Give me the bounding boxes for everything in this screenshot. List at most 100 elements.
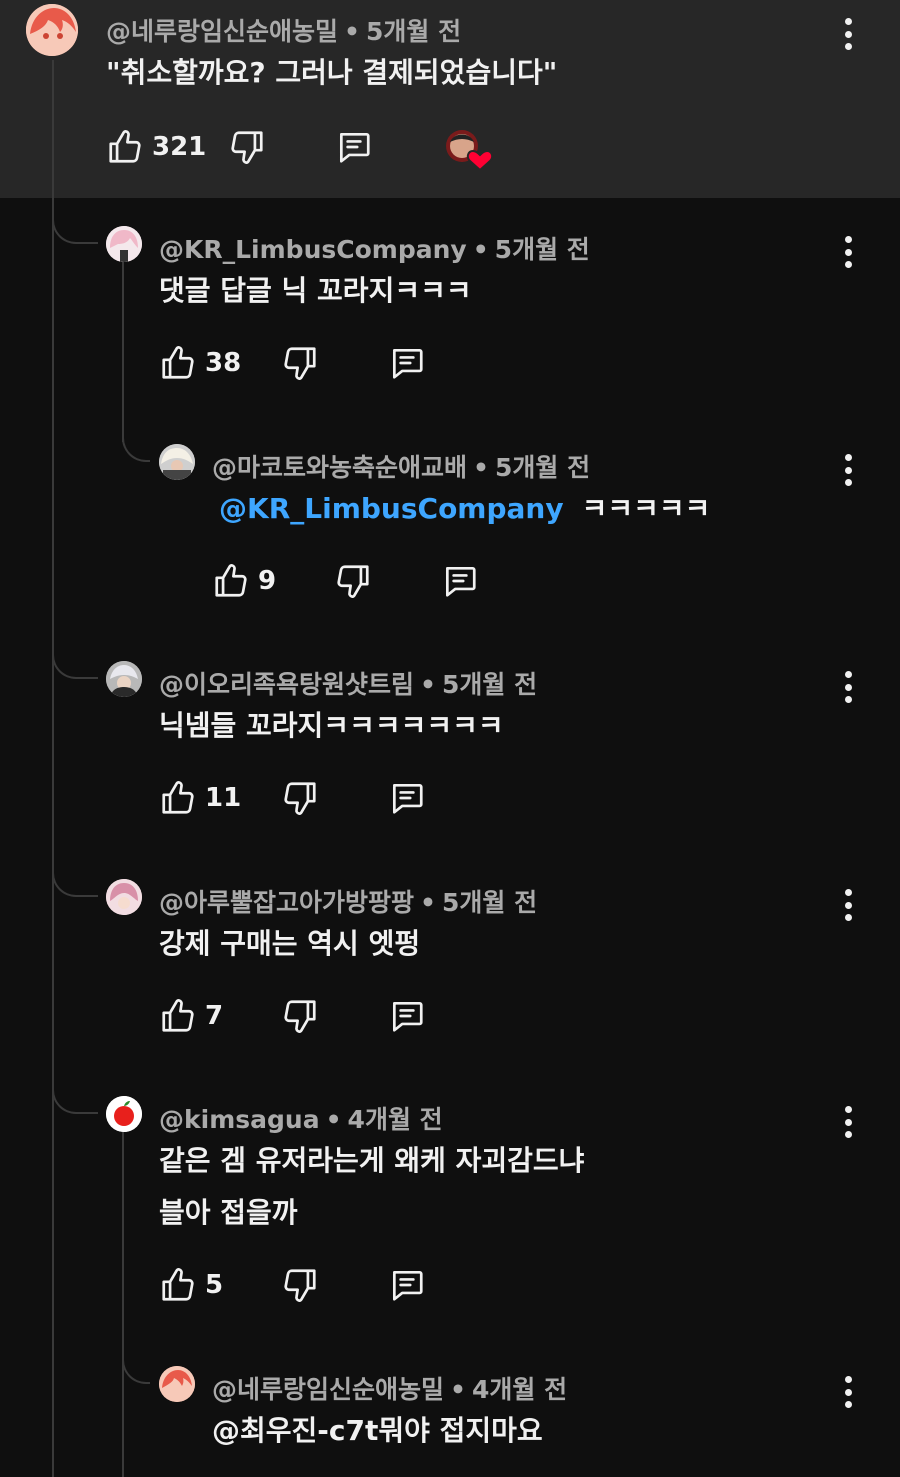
dislike-button[interactable] <box>281 779 319 817</box>
like-button[interactable]: 11 <box>159 779 241 817</box>
comment-text-line-2: 블아 접을까 <box>159 1196 298 1229</box>
reply-icon <box>388 997 426 1035</box>
comment-actions: 11 <box>159 779 459 823</box>
comment-time[interactable]: 4개월 전 <box>348 1105 443 1134</box>
like-button[interactable]: 9 <box>212 562 276 600</box>
comment-text: 닉넴들 꼬라지ㅋㅋㅋㅋㅋㅋㅋ <box>159 709 504 742</box>
reply-button[interactable] <box>388 997 426 1035</box>
reply-icon <box>441 562 479 600</box>
more-vert-icon[interactable] <box>838 667 858 707</box>
avatar[interactable] <box>159 1366 195 1402</box>
comment-text-body: ㅋㅋㅋㅋㅋ <box>581 492 711 525</box>
dislike-button[interactable] <box>281 1266 319 1304</box>
comment-item: @마코토와농축순애교배 • 5개월 전 @KR_LimbusCompany ㅋㅋㅋㅋㅋ… <box>0 428 900 628</box>
like-count: 9 <box>258 566 277 596</box>
author-handle[interactable]: @마코토와농축순애교배 <box>212 453 467 482</box>
comment-item: @이오리족욕탕원샷트림 • 5개월 전 닉넴들 꼬라지ㅋㅋㅋㅋㅋㅋㅋ 11 <box>0 645 900 845</box>
reply-button[interactable] <box>388 1266 426 1304</box>
comment-actions: 321 <box>106 128 506 172</box>
separator-dot: • <box>420 888 436 917</box>
dislike-button[interactable] <box>281 997 319 1035</box>
like-button[interactable]: 38 <box>159 344 241 382</box>
comment-item: @KR_LimbusCompany • 5개월 전 댓글 답글 닉 꼬라지ㅋㅋㅋ 3… <box>0 210 900 410</box>
author-handle[interactable]: @KR_LimbusCompany <box>159 235 467 264</box>
separator-dot: • <box>473 453 489 482</box>
thumbs-up-icon <box>159 997 197 1035</box>
comment-text: 강제 구매는 역시 엣펑 <box>159 927 421 960</box>
creator-heart-icon <box>446 130 494 172</box>
dislike-button[interactable] <box>334 562 372 600</box>
comment-header: @네루랑임신순애농밀 • 5개월 전 <box>106 12 461 48</box>
like-count: 38 <box>205 348 242 378</box>
comment-text: @최우진-c7t뭐야 접지마요 <box>212 1414 543 1447</box>
more-vert-icon[interactable] <box>838 1372 858 1412</box>
author-handle[interactable]: @kimsagua <box>159 1105 320 1134</box>
more-vert-icon[interactable] <box>838 885 858 925</box>
thumbs-up-icon <box>106 128 144 166</box>
like-count: 11 <box>205 783 242 813</box>
comment-header: @kimsagua • 4개월 전 <box>159 1100 443 1136</box>
reply-icon <box>388 779 426 817</box>
comment-header: @마코토와농축순애교배 • 5개월 전 <box>212 448 590 484</box>
reply-button[interactable] <box>335 128 373 166</box>
separator-dot: • <box>450 1375 466 1404</box>
reply-button[interactable] <box>388 779 426 817</box>
more-vert-icon[interactable] <box>838 14 858 54</box>
thumbs-down-icon <box>281 997 319 1035</box>
dislike-button[interactable] <box>228 128 266 166</box>
thumbs-down-icon <box>334 562 372 600</box>
reply-icon <box>335 128 373 166</box>
mention-link[interactable]: @KR_LimbusCompany <box>219 492 564 525</box>
like-button[interactable]: 5 <box>159 1266 223 1304</box>
comment-actions: 7 <box>159 997 459 1041</box>
avatar[interactable] <box>159 444 195 480</box>
comment-time[interactable]: 5개월 전 <box>495 453 590 482</box>
like-button[interactable]: 7 <box>159 997 223 1035</box>
like-button[interactable]: 321 <box>106 128 206 166</box>
comment-text: 댓글 답글 닉 꼬라지ㅋㅋㅋ <box>159 274 472 307</box>
avatar[interactable] <box>106 1096 142 1132</box>
avatar[interactable] <box>106 879 142 915</box>
avatar[interactable] <box>106 661 142 697</box>
more-vert-icon[interactable] <box>838 232 858 272</box>
comment-text: "취소할까요? 그러나 결제되었습니다" <box>106 56 558 89</box>
more-vert-icon[interactable] <box>838 450 858 490</box>
comment-actions: 38 <box>159 344 459 388</box>
thumbs-up-icon <box>159 344 197 382</box>
separator-dot: • <box>420 670 436 699</box>
author-handle[interactable]: @아루뿔잡고아가방팡팡 <box>159 888 414 917</box>
more-vert-icon[interactable] <box>838 1102 858 1142</box>
avatar[interactable] <box>106 226 142 262</box>
reply-button[interactable] <box>388 344 426 382</box>
comment-header: @이오리족욕탕원샷트림 • 5개월 전 <box>159 665 537 701</box>
comment-time[interactable]: 5개월 전 <box>366 17 461 46</box>
comment-actions: 5 <box>159 1266 459 1310</box>
comment-item: @네루랑임신순애농밀 • 5개월 전 "취소할까요? 그러나 결제되었습니다" 32… <box>0 0 900 198</box>
thumbs-down-icon <box>281 1266 319 1304</box>
reply-icon <box>388 1266 426 1304</box>
comment-item: @네루랑임신순애농밀 • 4개월 전 @최우진-c7t뭐야 접지마요 <box>0 1350 900 1477</box>
comment-item: @kimsagua • 4개월 전 같은 겜 유저라는게 왜케 자괴감드냐 블아 접… <box>0 1080 900 1340</box>
comment-time[interactable]: 5개월 전 <box>495 235 590 264</box>
dislike-button[interactable] <box>281 344 319 382</box>
reply-button[interactable] <box>441 562 479 600</box>
comment-time[interactable]: 5개월 전 <box>442 888 537 917</box>
thumbs-up-icon <box>212 562 250 600</box>
thumbs-up-icon <box>159 779 197 817</box>
comment-text: 같은 겜 유저라는게 왜케 자괴감드냐 <box>159 1144 585 1177</box>
comment-time[interactable]: 5개월 전 <box>442 670 537 699</box>
like-count: 321 <box>152 132 207 162</box>
author-handle[interactable]: @네루랑임신순애농밀 <box>106 17 338 46</box>
comment-time[interactable]: 4개월 전 <box>472 1375 567 1404</box>
comment-header: @KR_LimbusCompany • 5개월 전 <box>159 230 590 266</box>
comment-text: @KR_LimbusCompany ㅋㅋㅋㅋㅋ <box>219 484 710 534</box>
comment-header: @아루뿔잡고아가방팡팡 • 5개월 전 <box>159 883 537 919</box>
like-count: 5 <box>205 1270 224 1300</box>
thumbs-down-icon <box>281 779 319 817</box>
author-handle[interactable]: @이오리족욕탕원샷트림 <box>159 670 414 699</box>
avatar[interactable] <box>26 4 78 56</box>
separator-dot: • <box>472 235 489 264</box>
reply-icon <box>388 344 426 382</box>
author-handle[interactable]: @네루랑임신순애농밀 <box>212 1375 444 1404</box>
thumbs-up-icon <box>159 1266 197 1304</box>
